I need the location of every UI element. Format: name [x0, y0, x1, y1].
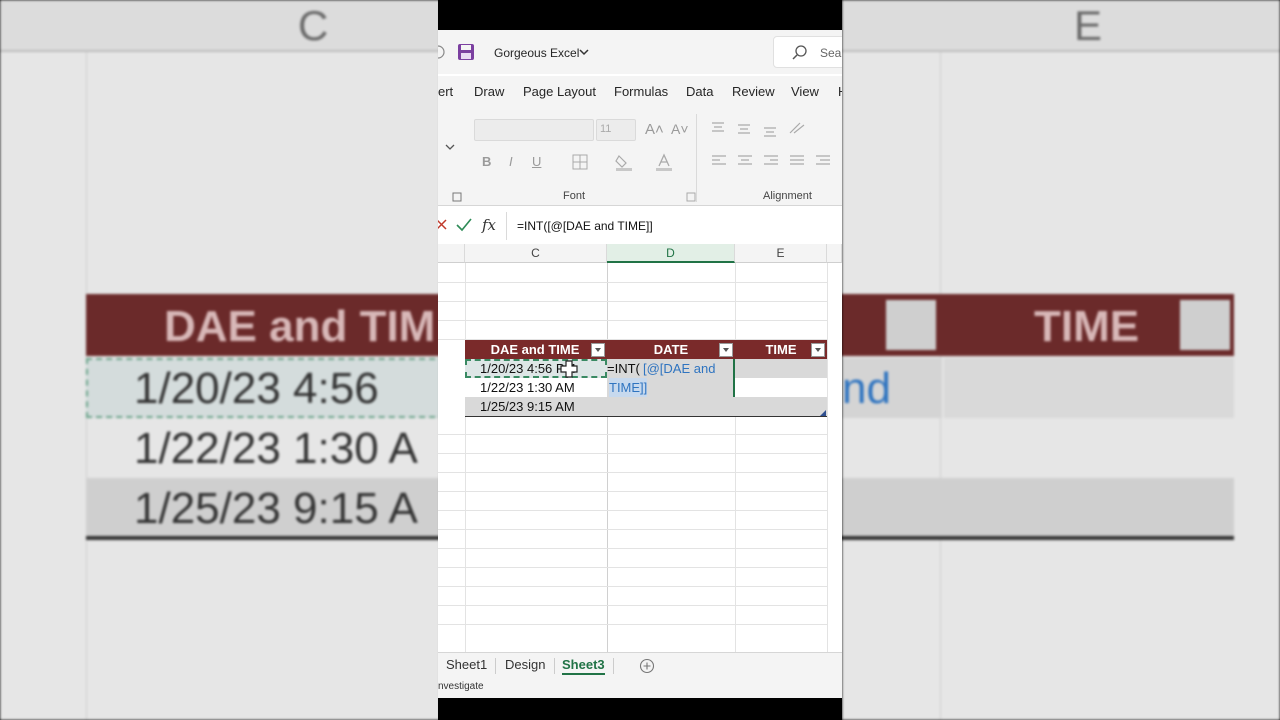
bg-column-header — [842, 0, 1280, 52]
borders-icon[interactable] — [572, 154, 588, 170]
alignment-group-label: Alignment — [763, 190, 812, 202]
dialog-launcher-icon[interactable] — [686, 192, 696, 202]
table-header-datetime[interactable]: DAE and TIME — [465, 340, 607, 359]
zoomed-background-right: E TIME nd — [842, 0, 1280, 720]
chevron-down-icon[interactable] — [579, 49, 589, 57]
bg-header-text: TIME — [1034, 302, 1140, 351]
formula-bar: fx =INT([@[DAE and TIME]] — [438, 212, 842, 240]
bottom-letterbox — [438, 698, 842, 720]
bg-row-text: 1/20/23 4:56 — [134, 364, 379, 413]
column-header-c[interactable]: C — [465, 244, 607, 263]
search-placeholder: Sea — [820, 46, 842, 60]
bg-row-text: 1/25/23 9:15 A — [134, 484, 418, 533]
corner-header — [438, 244, 465, 263]
zoomed-background-left: C DAE and TIM 1/20/23 4:56 1/22/23 1:30 … — [0, 0, 440, 720]
bg-table-border — [842, 536, 1234, 540]
vertical-align-icons[interactable] — [710, 121, 830, 137]
underline-button[interactable]: U — [532, 154, 541, 169]
italic-button[interactable]: I — [509, 154, 513, 169]
add-sheet-icon[interactable] — [639, 658, 655, 674]
bg-column-letter: C — [298, 2, 329, 49]
table-cell — [735, 378, 827, 397]
font-name-dropdown[interactable] — [474, 119, 594, 141]
font-group-label: Font — [563, 190, 586, 202]
bg-row — [842, 478, 1234, 538]
datetime-cell[interactable]: 1/25/23 9:15 AM — [480, 397, 575, 416]
bg-row-text: nd — [842, 364, 891, 413]
chevron-down-icon[interactable] — [445, 144, 455, 152]
bg-table-border — [86, 536, 440, 540]
bg-filter-icon — [1180, 300, 1230, 350]
search-box[interactable]: Sea — [773, 36, 842, 68]
filter-dropdown-icon[interactable] — [591, 343, 605, 357]
excel-window: Gorgeous Excel Sea ert Draw Page Layout … — [438, 0, 842, 720]
ribbon: 11 A˄ A˅ B I U Font Alignment — [438, 108, 842, 206]
font-color-icon[interactable] — [655, 153, 673, 171]
tab-page-layout[interactable]: Page Layout — [523, 84, 596, 99]
table-header-date[interactable]: DATE — [607, 340, 735, 359]
tab-data[interactable]: Data — [686, 84, 713, 99]
cancel-icon[interactable] — [438, 219, 448, 231]
sheet-tab-sheet3[interactable]: Sheet3 — [562, 657, 605, 675]
editing-formula-reference: TIME]] — [609, 378, 648, 397]
tab-view[interactable]: View — [791, 84, 819, 99]
bg-header-text: DAE and TIM — [164, 302, 436, 351]
tab-insert[interactable]: ert — [438, 84, 453, 99]
search-icon — [792, 45, 807, 60]
datetime-cell[interactable]: 1/22/23 1:30 AM — [480, 378, 575, 397]
sheet-tab-bar: Sheet1 Design Sheet3 — [438, 652, 842, 678]
sheet-tab-design[interactable]: Design — [505, 657, 545, 672]
bg-column-letter: E — [1074, 2, 1103, 49]
bg-row — [944, 358, 1234, 418]
tab-draw[interactable]: Draw — [474, 84, 504, 99]
filter-dropdown-icon[interactable] — [811, 343, 825, 357]
sheet-tab-sheet1[interactable]: Sheet1 — [446, 657, 487, 672]
formula-text: =INT([@[DAE and TIME]] — [517, 219, 653, 233]
editing-formula-prefix: =INT( — [607, 361, 640, 376]
bold-button[interactable]: B — [482, 154, 491, 169]
font-size-dropdown[interactable]: 11 — [596, 119, 636, 141]
shrink-font-button[interactable]: A˅ — [671, 121, 689, 137]
tab-review[interactable]: Review — [732, 84, 775, 99]
insert-function-button[interactable]: fx — [482, 216, 496, 234]
filter-dropdown-icon[interactable] — [719, 343, 733, 357]
save-icon[interactable] — [457, 43, 475, 61]
status-bar: nvestigate — [438, 678, 842, 698]
formula-input[interactable]: =INT([@[DAE and TIME]] — [506, 212, 842, 240]
title-bar: Gorgeous Excel Sea — [438, 30, 842, 74]
workbook-name[interactable]: Gorgeous Excel — [494, 46, 579, 60]
horizontal-align-icons[interactable] — [710, 153, 840, 169]
column-header-e[interactable]: E — [735, 244, 827, 263]
column-header-f[interactable] — [827, 244, 842, 263]
top-letterbox — [438, 0, 842, 30]
column-header-d[interactable]: D — [607, 244, 735, 263]
video-frame: C DAE and TIM 1/20/23 4:56 1/22/23 1:30 … — [0, 0, 1280, 720]
group-divider — [696, 114, 697, 202]
fill-color-icon[interactable] — [615, 153, 633, 171]
dialog-launcher-icon[interactable] — [452, 192, 462, 202]
editing-formula-reference: [@[DAE and — [643, 361, 716, 376]
ribbon-tabs: ert Draw Page Layout Formulas Data Revie… — [438, 76, 842, 108]
font-size-value: 11 — [600, 123, 612, 135]
cell-select-cursor-icon — [560, 360, 578, 378]
table-bottom-border — [465, 416, 827, 417]
tab-formulas[interactable]: Formulas — [614, 84, 668, 99]
bg-filter-icon — [886, 300, 936, 350]
enter-check-icon[interactable] — [456, 218, 472, 232]
autosave-toggle-icon[interactable] — [438, 44, 446, 60]
table-resize-handle-icon[interactable] — [820, 410, 826, 416]
bg-column-header — [0, 0, 440, 52]
bg-row-text: 1/22/23 1:30 A — [134, 424, 418, 473]
grow-font-button[interactable]: A˄ — [645, 121, 664, 138]
status-text: nvestigate — [438, 681, 484, 692]
tab-home[interactable]: H — [838, 84, 842, 99]
worksheet-grid[interactable]: C D E DAE and TIME DATE TIME =INT([@[DA… — [438, 244, 842, 652]
